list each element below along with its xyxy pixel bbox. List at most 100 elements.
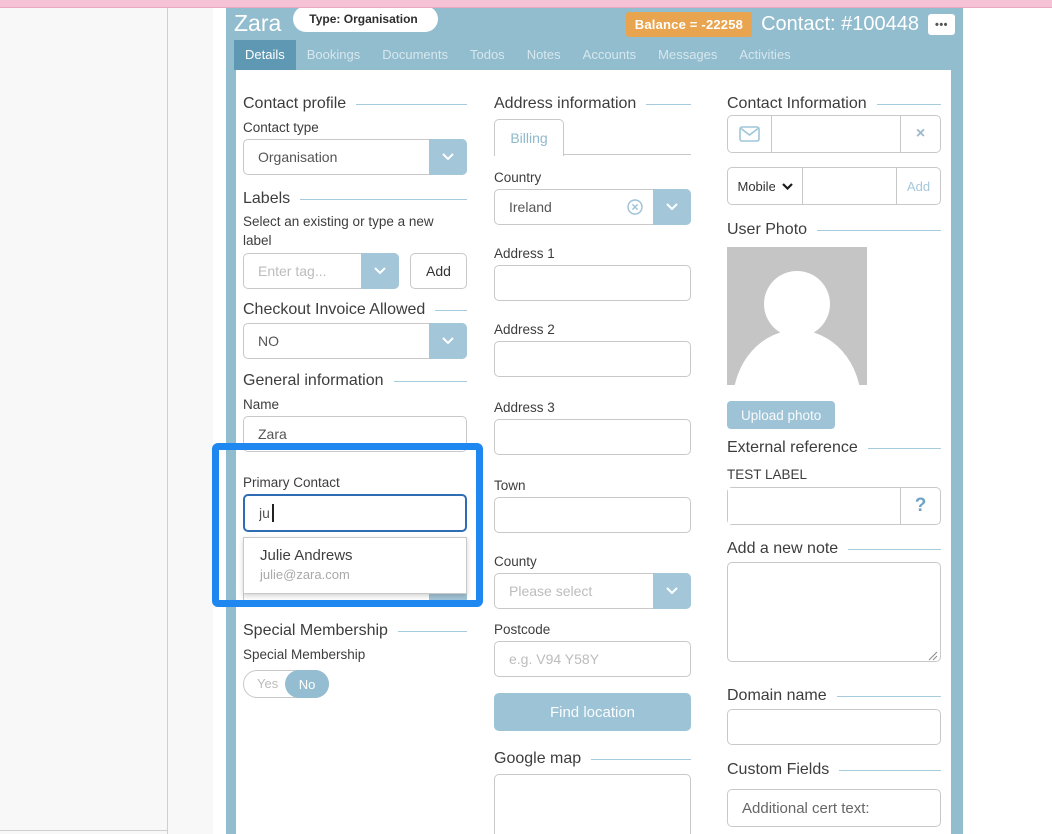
chevron-down-icon: [374, 267, 386, 275]
domain-name-input[interactable]: [727, 709, 941, 745]
person-silhouette-icon: [727, 247, 867, 385]
section-special-membership: Special Membership: [243, 622, 467, 640]
balance-badge: Balance = -22258: [626, 12, 752, 37]
country-select-button[interactable]: [653, 189, 691, 225]
toggle-option-yes[interactable]: Yes: [257, 671, 278, 697]
add-label-button[interactable]: Add: [410, 253, 467, 289]
suggestion-name: Julie Andrews: [260, 546, 450, 566]
suggestion-email: julie@zara.com: [260, 566, 450, 584]
county-select-button[interactable]: [653, 573, 691, 609]
sidebar-divider: [167, 8, 168, 834]
tab-bar: DetailsBookingsDocumentsTodosNotesAccoun…: [226, 40, 963, 70]
contact-type-select[interactable]: Organisation: [243, 139, 467, 175]
special-membership-toggle[interactable]: Yes No: [243, 670, 329, 698]
tab-bookings[interactable]: Bookings: [296, 40, 371, 70]
remove-email-button[interactable]: ×: [900, 116, 940, 152]
phone-field-group: Mobile Add: [727, 167, 941, 205]
email-type-button[interactable]: [728, 116, 772, 152]
upload-photo-button[interactable]: Upload photo: [727, 401, 835, 429]
town-input[interactable]: [494, 497, 691, 533]
contact-id: Contact: #100448: [761, 13, 919, 36]
country-select[interactable]: Ireland: [494, 189, 691, 225]
county-label: County: [494, 555, 691, 569]
note-textarea[interactable]: [727, 562, 941, 662]
user-photo-placeholder: [727, 247, 867, 385]
section-general-information: General information: [243, 372, 467, 390]
envelope-icon: [739, 126, 760, 142]
tag-select-button[interactable]: [361, 253, 399, 289]
suggestion-item[interactable]: Julie Andrews julie@zara.com: [244, 538, 466, 593]
contact-type-select-button[interactable]: [429, 139, 467, 175]
panel-header: Zara Type: Organisation Balance = -22258…: [226, 8, 963, 40]
sidebar-bottom-line: [0, 830, 167, 831]
section-domain-name: Domain name: [727, 687, 941, 705]
more-actions-button[interactable]: •••: [928, 14, 955, 35]
section-external-reference: External reference: [727, 439, 941, 457]
text-cursor: [272, 504, 274, 522]
google-map-container: [494, 774, 691, 834]
section-labels: Labels: [243, 190, 467, 208]
country-label: Country: [494, 171, 691, 185]
contact-type-badge: Type: Organisation: [293, 6, 437, 32]
address3-input[interactable]: [494, 419, 691, 455]
postcode-label: Postcode: [494, 623, 691, 637]
chevron-down-icon: [666, 203, 678, 211]
town-label: Town: [494, 479, 691, 493]
contact-name-title: Zara: [234, 8, 281, 38]
section-contact-information: Contact Information: [727, 95, 941, 113]
checkout-invoice-select[interactable]: NO: [243, 323, 467, 359]
section-user-photo: User Photo: [727, 221, 941, 239]
question-mark-icon: ?: [915, 495, 927, 517]
details-content: Contact profile Contact type Organisatio…: [236, 70, 951, 834]
chevron-down-icon: [442, 153, 454, 161]
toggle-option-no[interactable]: No: [285, 670, 329, 698]
tag-select[interactable]: [243, 253, 399, 289]
clear-circle-icon: [627, 199, 643, 215]
custom-field-text: Additional cert text:: [742, 800, 870, 817]
address3-label: Address 3: [494, 401, 691, 415]
add-phone-button[interactable]: Add: [896, 168, 940, 204]
address2-label: Address 2: [494, 323, 691, 337]
phone-type-value: Mobile: [738, 179, 775, 194]
tab-todos[interactable]: Todos: [459, 40, 516, 70]
tab-messages[interactable]: Messages: [647, 40, 728, 70]
email-input[interactable]: [772, 116, 900, 152]
contact-panel: Zara Type: Organisation Balance = -22258…: [226, 8, 963, 834]
phone-type-select[interactable]: Mobile: [728, 168, 803, 204]
tab-billing[interactable]: Billing: [494, 119, 564, 156]
name-label: Name: [243, 398, 467, 412]
external-ref-input[interactable]: [728, 488, 900, 524]
primary-contact-suggestions: Julie Andrews julie@zara.com: [243, 537, 467, 594]
tab-activities[interactable]: Activities: [728, 40, 801, 70]
labels-helper-text: Select an existing or type a new label: [243, 212, 453, 250]
more-dots-icon: •••: [935, 19, 948, 31]
tab-details[interactable]: Details: [234, 40, 296, 70]
primary-contact-input[interactable]: [243, 494, 467, 532]
primary-contact-label: Primary Contact: [243, 476, 467, 490]
postcode-input[interactable]: [494, 641, 691, 677]
top-pink-bar: [0, 0, 1052, 8]
address2-input[interactable]: [494, 341, 691, 377]
custom-field-box[interactable]: Additional cert text:: [727, 789, 941, 827]
section-google-map: Google map: [494, 750, 691, 768]
chevron-down-icon: [666, 587, 678, 595]
section-address-information: Address information: [494, 95, 691, 113]
test-label: TEST LABEL: [727, 467, 941, 482]
special-membership-label: Special Membership: [243, 648, 467, 662]
name-input[interactable]: [243, 416, 467, 452]
section-custom-fields: Custom Fields: [727, 761, 941, 779]
phone-input[interactable]: [803, 168, 896, 204]
checkout-invoice-select-button[interactable]: [429, 323, 467, 359]
clear-x-icon: ×: [916, 125, 925, 143]
contact-type-label: Contact type: [243, 121, 467, 135]
tab-notes[interactable]: Notes: [516, 40, 572, 70]
external-ref-group: ?: [727, 487, 941, 525]
county-select[interactable]: Please select: [494, 573, 691, 609]
help-button[interactable]: ?: [900, 488, 940, 524]
resize-handle-icon[interactable]: [928, 651, 938, 661]
tab-documents[interactable]: Documents: [371, 40, 459, 70]
tab-accounts[interactable]: Accounts: [572, 40, 647, 70]
find-location-button[interactable]: Find location: [494, 693, 691, 731]
address1-input[interactable]: [494, 265, 691, 301]
clear-country-button[interactable]: [627, 199, 643, 220]
